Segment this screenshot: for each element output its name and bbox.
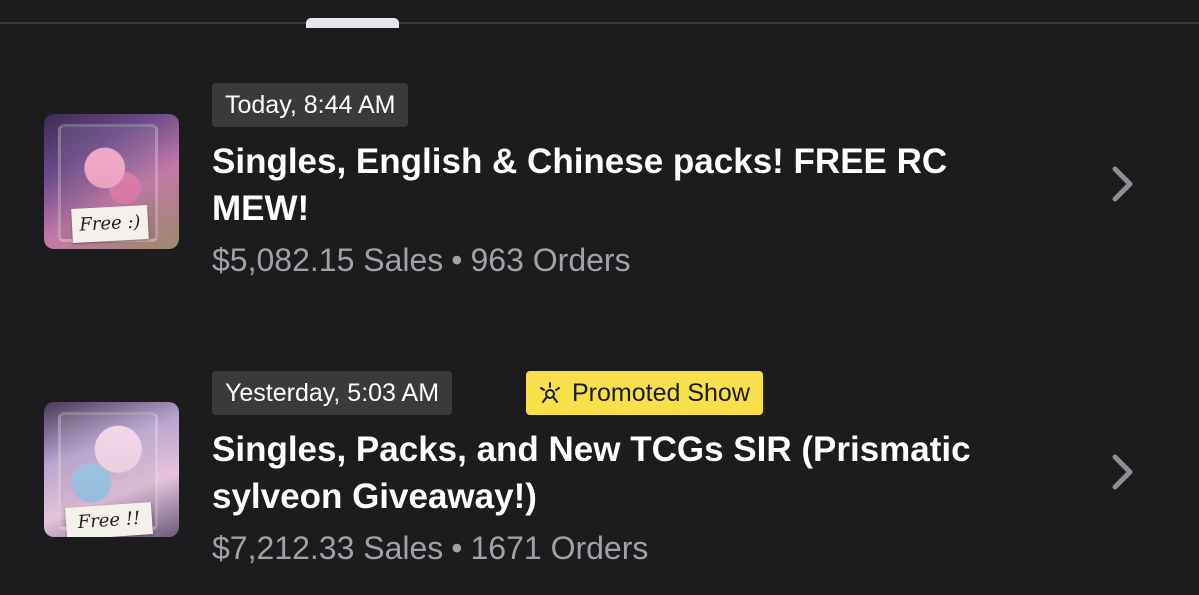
show-thumbnail: Free :) bbox=[44, 114, 179, 249]
thumbnail-note: Free !! bbox=[64, 502, 154, 537]
show-title: Singles, Packs, and New TCGs SIR (Prisma… bbox=[212, 430, 971, 516]
stats-separator: • bbox=[451, 530, 463, 566]
sales-total: $7,212.33 Sales bbox=[212, 530, 444, 566]
show-time-badge: Today, 8:44 AM bbox=[212, 83, 409, 127]
thumbnail-note: Free :) bbox=[71, 205, 149, 243]
active-tab-indicator[interactable] bbox=[306, 18, 399, 28]
promoted-label: Promoted Show bbox=[572, 379, 750, 407]
show-list-item[interactable]: Free !! Yesterday, 5:03 AM Promoted Show… bbox=[0, 368, 1199, 578]
chevron-right-icon[interactable] bbox=[1108, 452, 1136, 492]
show-thumbnail: Free !! bbox=[44, 402, 179, 537]
show-time-badge: Yesterday, 5:03 AM bbox=[212, 371, 453, 415]
stats-separator: • bbox=[451, 242, 463, 278]
chevron-right-icon[interactable] bbox=[1108, 164, 1136, 204]
order-count: 1671 Orders bbox=[470, 530, 649, 566]
promoted-spark-icon bbox=[540, 382, 560, 403]
sales-total: $5,082.15 Sales bbox=[212, 242, 444, 278]
show-title: Singles, English & Chinese packs! FREE R… bbox=[212, 142, 948, 228]
past-shows-page: Free :) Today, 8:44 AM Singles, English … bbox=[0, 0, 1199, 595]
tab-bar-divider bbox=[0, 22, 1199, 24]
show-list-item[interactable]: Free :) Today, 8:44 AM Singles, English … bbox=[0, 80, 1199, 290]
promoted-badge: Promoted Show bbox=[526, 371, 763, 415]
order-count: 963 Orders bbox=[470, 242, 631, 278]
show-stats: $5,082.15 Sales • 963 Orders bbox=[212, 238, 631, 282]
show-stats: $7,212.33 Sales • 1671 Orders bbox=[212, 526, 648, 570]
